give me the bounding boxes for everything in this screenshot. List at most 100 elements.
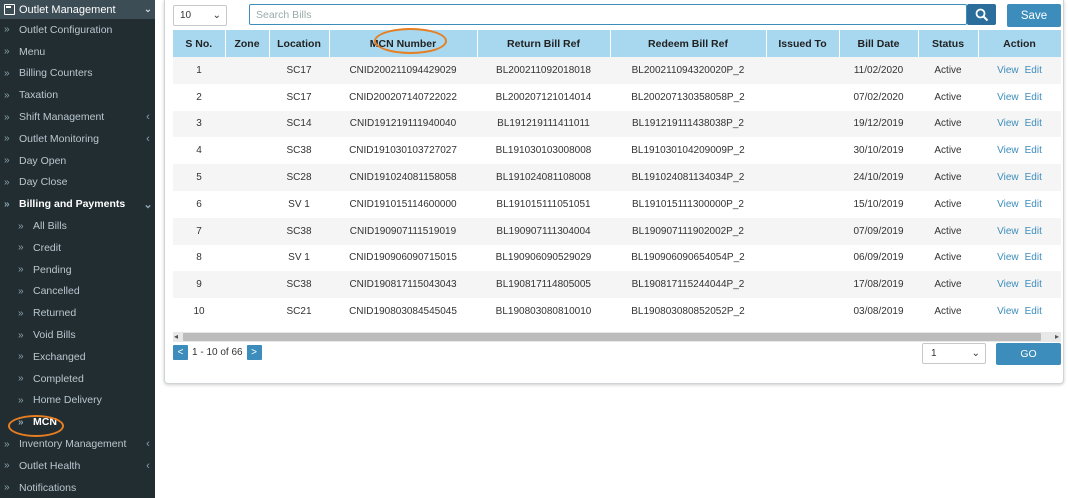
sidebar-item-outlet-monitoring[interactable]: » Outlet Monitoring ‹: [0, 128, 155, 150]
sidebar-item-billing-and-payments[interactable]: » Billing and Payments ⌄: [0, 193, 155, 215]
action-cell: View Edit: [978, 164, 1061, 191]
table-cell: Active: [934, 91, 962, 103]
save-button[interactable]: Save: [1007, 4, 1061, 27]
prev-page-button[interactable]: <: [173, 345, 188, 360]
table-cell: Active: [934, 64, 962, 76]
table-row[interactable]: 4 SC38 CNID191030103727027 BL19103010300800…: [173, 137, 1061, 165]
sidebar-item-menu[interactable]: » Menu: [0, 41, 155, 63]
chevron-down-icon: ⌄: [143, 198, 153, 211]
column-header-issued-to[interactable]: Issued To: [766, 30, 840, 57]
double-chevron-right-icon: »: [4, 111, 10, 123]
page-size-select[interactable]: 10 ⌄: [173, 5, 227, 26]
table-cell: CNID191015114600000: [349, 198, 457, 210]
table-row[interactable]: 7 SC38 CNID190907111519019 BL19090711130400…: [173, 217, 1061, 245]
column-header-bill-date[interactable]: Bill Date: [839, 30, 919, 57]
table-cell: BL191030104209009P_2: [631, 145, 745, 157]
edit-link[interactable]: Edit: [1025, 172, 1042, 183]
sidebar-item-label: Notifications: [19, 481, 77, 494]
table-row[interactable]: 6 SV 1 CNID191015114600000 BL19101511105105…: [173, 190, 1061, 218]
table-row[interactable]: 9 SC38 CNID190817115043043 BL19081711480500…: [173, 271, 1061, 299]
column-header-return-bill-ref[interactable]: Return Bill Ref: [477, 30, 611, 57]
sidebar-item-outlet-health[interactable]: » Outlet Health ‹: [0, 455, 155, 477]
sidebar-item-all-bills[interactable]: » All Bills: [0, 215, 155, 237]
edit-link[interactable]: Edit: [1025, 199, 1042, 210]
action-cell: View Edit: [978, 84, 1061, 111]
sidebar-item-credit[interactable]: » Credit: [0, 237, 155, 259]
edit-link[interactable]: Edit: [1025, 65, 1042, 76]
view-link[interactable]: View: [997, 226, 1019, 237]
sidebar-item-notifications[interactable]: » Notifications: [0, 477, 155, 498]
table-cell: SC14: [286, 118, 312, 130]
sidebar-item-day-open[interactable]: » Day Open: [0, 150, 155, 172]
sidebar-item-billing-counters[interactable]: » Billing Counters: [0, 63, 155, 85]
view-link[interactable]: View: [997, 252, 1019, 263]
sidebar-item-exchanged[interactable]: » Exchanged: [0, 346, 155, 368]
column-header-s-no[interactable]: S No.: [173, 30, 226, 57]
table-cell: 6: [196, 198, 202, 210]
edit-link[interactable]: Edit: [1025, 279, 1042, 290]
edit-link[interactable]: Edit: [1025, 145, 1042, 156]
scroll-right-icon[interactable]: ▸: [1055, 332, 1059, 341]
column-header-action[interactable]: Action: [978, 30, 1061, 57]
goto-page-select[interactable]: 1 ⌄: [922, 343, 986, 364]
view-link[interactable]: View: [997, 172, 1019, 183]
table-row[interactable]: 2 SC17 CNID200207140722022 BL20020712101401…: [173, 83, 1061, 111]
column-header-location[interactable]: Location: [269, 30, 330, 57]
column-header-mcn-number[interactable]: MCN Number: [329, 30, 478, 57]
view-link[interactable]: View: [997, 65, 1019, 76]
sidebar-item-label: Billing Counters: [19, 67, 93, 80]
column-header-zone[interactable]: Zone: [225, 30, 270, 57]
view-link[interactable]: View: [997, 92, 1019, 103]
edit-link[interactable]: Edit: [1025, 118, 1042, 129]
table-cell: [225, 137, 269, 164]
view-link[interactable]: View: [997, 145, 1019, 156]
view-link[interactable]: View: [997, 118, 1019, 129]
sidebar-item-returned[interactable]: » Returned: [0, 302, 155, 324]
table-cell: BL191015111300000P_2: [632, 198, 744, 210]
table-cell: 24/10/2019: [853, 172, 904, 184]
chevron-down-icon: ⌄: [212, 10, 221, 21]
sidebar-item-pending[interactable]: » Pending: [0, 259, 155, 281]
table-row[interactable]: 1 SC17 CNID200211094429029 BL20021109201801…: [173, 57, 1061, 84]
table-cell: [225, 84, 269, 111]
table-cell: SC17: [286, 91, 312, 103]
sidebar-item-taxation[interactable]: » Taxation: [0, 84, 155, 106]
double-chevron-right-icon: »: [18, 220, 24, 232]
table-cell: CNID200211094429029: [349, 64, 457, 76]
sidebar-item-inventory-management[interactable]: » Inventory Management ‹: [0, 433, 155, 455]
sidebar-item-void-bills[interactable]: » Void Bills: [0, 324, 155, 346]
view-link[interactable]: View: [997, 306, 1019, 317]
view-link[interactable]: View: [997, 199, 1019, 210]
sidebar-header[interactable]: Outlet Management ⌄: [0, 0, 155, 19]
next-page-button[interactable]: >: [246, 345, 262, 360]
sidebar-item-cancelled[interactable]: » Cancelled: [0, 281, 155, 303]
edit-link[interactable]: Edit: [1025, 92, 1042, 103]
table-row[interactable]: 10 SC21 CNID190803084545045 BL1908030808100…: [173, 298, 1061, 325]
horizontal-scrollbar[interactable]: ◂ ▸: [173, 332, 1061, 342]
table-cell: 11/02/2020: [853, 64, 904, 76]
bills-table: S No. Zone Location MCN Number Return Bill R…: [173, 30, 1061, 325]
column-header-redeem-bill-ref[interactable]: Redeem Bill Ref: [610, 30, 767, 57]
chevron-left-icon: ‹: [146, 111, 150, 124]
edit-link[interactable]: Edit: [1025, 226, 1042, 237]
table-row[interactable]: 5 SC28 CNID191024081158058 BL19102408110800…: [173, 164, 1061, 191]
search-button[interactable]: [967, 4, 996, 25]
scrollbar-thumb[interactable]: [183, 333, 1041, 341]
go-button[interactable]: GO: [996, 343, 1061, 365]
sidebar-item-day-close[interactable]: » Day Close: [0, 172, 155, 194]
edit-link[interactable]: Edit: [1025, 306, 1042, 317]
sidebar-item-shift-management[interactable]: » Shift Management ‹: [0, 106, 155, 128]
sidebar-item-completed[interactable]: » Completed: [0, 368, 155, 390]
sidebar-item-outlet-configuration[interactable]: » Outlet Configuration: [0, 19, 155, 41]
table-row[interactable]: 8 SV 1 CNID190906090715015 BL19090609052902…: [173, 244, 1061, 272]
scroll-left-icon[interactable]: ◂: [174, 332, 178, 341]
column-header-status[interactable]: Status: [918, 30, 979, 57]
view-link[interactable]: View: [997, 279, 1019, 290]
sidebar-item-mcn[interactable]: » MCN: [0, 411, 155, 433]
table-row[interactable]: 3 SC14 CNID191219111940040 BL19121911141101…: [173, 110, 1061, 138]
table-cell: [766, 191, 839, 218]
edit-link[interactable]: Edit: [1025, 252, 1042, 263]
sidebar-item-home-delivery[interactable]: » Home Delivery: [0, 390, 155, 412]
sidebar-item-label: Pending: [33, 263, 72, 276]
search-input[interactable]: Search Bills: [249, 4, 967, 25]
